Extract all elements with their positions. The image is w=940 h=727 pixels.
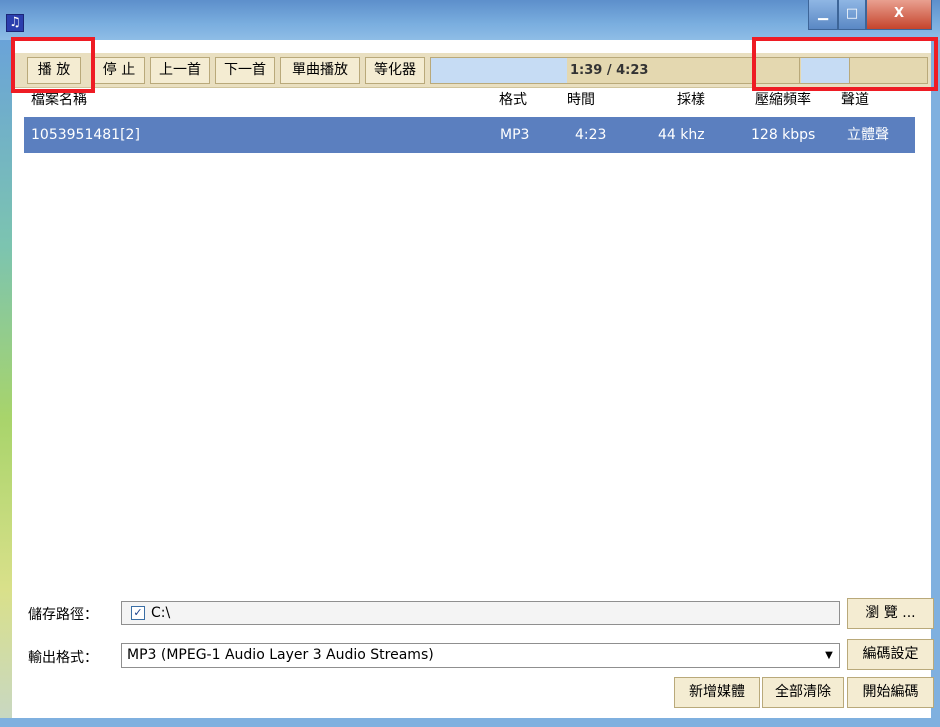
next-track-button[interactable]: 下一首	[215, 57, 275, 84]
column-header-format[interactable]: 格式	[499, 88, 527, 115]
row-sample: 44 khz	[658, 127, 705, 143]
save-path-label: 儲存路徑：	[28, 607, 98, 623]
column-header-channel[interactable]: 聲道	[841, 88, 869, 115]
window-left-border	[0, 40, 12, 727]
browse-button[interactable]: 瀏 覽 ...	[847, 598, 934, 629]
clear-all-button[interactable]: 全部清除	[762, 677, 844, 708]
chevron-down-icon[interactable]: ▼	[822, 646, 836, 665]
row-format: MP3	[500, 127, 530, 143]
stop-button[interactable]: 停 止	[93, 57, 145, 84]
equalizer-button[interactable]: 等化器	[365, 57, 425, 84]
row-time: 4:23	[575, 127, 607, 143]
encode-settings-button[interactable]: 編碼設定	[847, 639, 934, 670]
column-header-bitrate[interactable]: 壓縮頻率	[755, 88, 811, 115]
title-bar[interactable]	[0, 0, 940, 40]
column-header-sample[interactable]: 採樣	[677, 88, 705, 115]
minimize-button[interactable]: ▁	[808, 0, 838, 30]
list-header: 檔案名稱 格式 時間 採樣 壓縮頻率 聲道	[12, 88, 931, 115]
output-format-value: MP3 (MPEG-1 Audio Layer 3 Audio Streams)	[127, 647, 434, 663]
add-media-button[interactable]: 新增媒體	[674, 677, 760, 708]
save-path-checkbox[interactable]: ✓	[131, 606, 145, 620]
column-header-time[interactable]: 時間	[567, 88, 595, 115]
row-bitrate: 128 kbps	[751, 127, 816, 143]
highlight-box	[752, 37, 938, 91]
output-format-label: 輸出格式：	[28, 650, 98, 666]
playback-time: 1:39 / 4:23	[570, 63, 649, 78]
music-note-icon[interactable]: ♫	[6, 14, 24, 32]
row-filename: 1053951481[2]	[31, 127, 140, 143]
window-bottom-border	[0, 718, 940, 727]
highlight-box	[11, 37, 95, 93]
previous-track-button[interactable]: 上一首	[150, 57, 210, 84]
save-path-value: C:\	[151, 605, 171, 621]
start-encode-button[interactable]: 開始編碼	[847, 677, 934, 708]
save-path-field[interactable]	[121, 601, 840, 625]
single-play-button[interactable]: 單曲播放	[280, 57, 360, 84]
row-channel: 立體聲	[847, 127, 889, 143]
seek-progress-fill[interactable]	[431, 58, 567, 83]
close-button[interactable]: X	[866, 0, 932, 30]
maximize-button[interactable]: □	[838, 0, 866, 30]
